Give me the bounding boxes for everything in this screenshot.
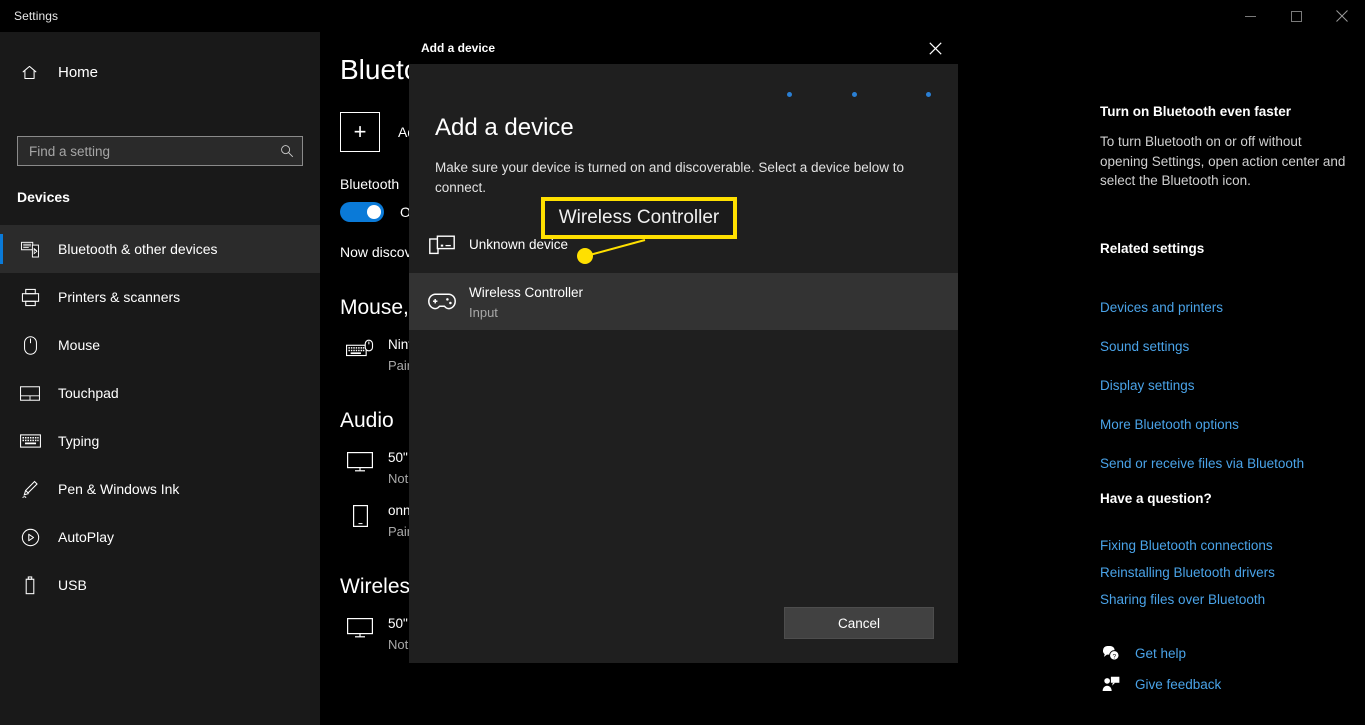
add-device-dialog: Add a device Add a device Make sure your… (409, 32, 958, 663)
tip-heading: Turn on Bluetooth even faster (1100, 104, 1292, 119)
minimize-button[interactable] (1227, 0, 1273, 32)
settings-window: Settings Home Devices (0, 0, 1365, 725)
dialog-device-name: Wireless Controller (469, 284, 584, 300)
sidebar-item-bluetooth-and-other-devices[interactable]: Bluetooth & other devices (0, 225, 320, 273)
link-devices-and-printers[interactable]: Devices and printers (1100, 300, 1223, 315)
bluetooth-toggle[interactable] (340, 202, 384, 222)
monitor-icon (340, 615, 380, 638)
touchpad-icon (18, 385, 42, 401)
dialog-titlebar-text: Add a device (421, 41, 496, 55)
monitor-icon (340, 449, 380, 472)
sidebar-item-label: Pen & Windows Ink (58, 481, 180, 497)
dialog-device-sub: Input (469, 304, 498, 320)
dialog-close-button[interactable] (912, 32, 958, 64)
dialog-device-text: Wireless Controller Input (469, 284, 583, 320)
sidebar-home-label: Home (58, 63, 99, 81)
printer-icon (18, 288, 42, 307)
give-feedback-label: Give feedback (1135, 676, 1222, 692)
close-button[interactable] (1319, 0, 1365, 32)
window-controls (1227, 0, 1365, 32)
sidebar: Home Devices Bluetooth & other devices P… (0, 32, 320, 725)
link-sharing-files-over-bluetooth[interactable]: Sharing files over Bluetooth (1100, 592, 1265, 607)
sidebar-item-label: USB (58, 577, 87, 593)
mouse-icon (18, 335, 42, 355)
sidebar-item-label: Mouse (58, 337, 101, 353)
sidebar-item-typing[interactable]: Typing (0, 417, 320, 465)
sidebar-item-label: Bluetooth & other devices (58, 241, 218, 257)
maximize-button[interactable] (1273, 0, 1319, 32)
gamepad-icon (424, 293, 460, 310)
sidebar-nav-list: Bluetooth & other devices Printers & sca… (0, 225, 320, 609)
tip-body: To turn Bluetooth on or off without open… (1100, 134, 1346, 188)
sidebar-item-pen-and-windows-ink[interactable]: Pen & Windows Ink (0, 465, 320, 513)
app-title: Settings (14, 9, 59, 23)
minimize-icon (1244, 15, 1256, 17)
sidebar-item-label: Touchpad (58, 385, 119, 401)
question-heading: Have a question? (1100, 491, 1212, 506)
close-icon (1336, 10, 1348, 22)
sidebar-item-printers-and-scanners[interactable]: Printers & scanners (0, 273, 320, 321)
unknown-device-icon (424, 235, 460, 255)
bluetooth-devices-icon (18, 241, 42, 258)
right-info-panel: Turn on Bluetooth even faster To turn Bl… (1100, 32, 1365, 725)
sidebar-item-touchpad[interactable]: Touchpad (0, 369, 320, 417)
pen-icon (18, 480, 42, 499)
sidebar-item-label: AutoPlay (58, 529, 115, 545)
plus-icon: + (340, 112, 380, 152)
autoplay-icon (18, 528, 42, 547)
sidebar-section-title: Devices (17, 189, 70, 205)
keyboard-mouse-icon (340, 336, 380, 359)
phone-icon (340, 502, 380, 527)
dialog-heading: Add a device (435, 114, 574, 141)
toggle-knob (367, 205, 381, 219)
sidebar-item-home[interactable]: Home (0, 52, 320, 92)
related-settings-heading: Related settings (1100, 241, 1205, 256)
feedback-icon (1100, 676, 1122, 692)
svg-text:?: ? (1112, 653, 1116, 660)
keyboard-icon (18, 434, 42, 448)
search-input[interactable] (18, 143, 272, 159)
link-send-or-receive-files[interactable]: Send or receive files via Bluetooth (1100, 456, 1304, 471)
help-icon: ? (1100, 645, 1122, 661)
search-box[interactable] (17, 136, 303, 166)
window-titlebar: Settings (0, 0, 1365, 32)
home-icon (18, 64, 40, 81)
sidebar-item-usb[interactable]: USB (0, 561, 320, 609)
link-reinstalling-bluetooth-drivers[interactable]: Reinstalling Bluetooth drivers (1100, 565, 1275, 580)
get-help-label: Get help (1135, 645, 1187, 661)
search-icon[interactable] (272, 144, 302, 158)
cancel-button[interactable]: Cancel (784, 607, 934, 639)
link-more-bluetooth-options[interactable]: More Bluetooth options (1100, 417, 1239, 432)
link-display-settings[interactable]: Display settings (1100, 378, 1195, 393)
get-help-link[interactable]: ? Get help (1100, 645, 1186, 661)
link-fixing-bluetooth-connections[interactable]: Fixing Bluetooth connections (1100, 538, 1273, 553)
give-feedback-link[interactable]: Give feedback (1100, 676, 1221, 692)
annotation-callout: Wireless Controller (541, 197, 737, 239)
maximize-icon (1290, 10, 1302, 22)
annotation-label: Wireless Controller (558, 207, 720, 228)
close-icon (928, 41, 942, 55)
dialog-titlebar: Add a device (409, 32, 958, 64)
sidebar-item-autoplay[interactable]: AutoPlay (0, 513, 320, 561)
dialog-description: Make sure your device is turned on and d… (435, 160, 905, 195)
link-sound-settings[interactable]: Sound settings (1100, 339, 1189, 354)
usb-icon (18, 575, 42, 595)
dialog-device-wireless-controller[interactable]: Wireless Controller Input (409, 273, 958, 330)
sidebar-item-label: Typing (58, 433, 100, 449)
sidebar-item-label: Printers & scanners (58, 289, 181, 305)
sidebar-item-mouse[interactable]: Mouse (0, 321, 320, 369)
